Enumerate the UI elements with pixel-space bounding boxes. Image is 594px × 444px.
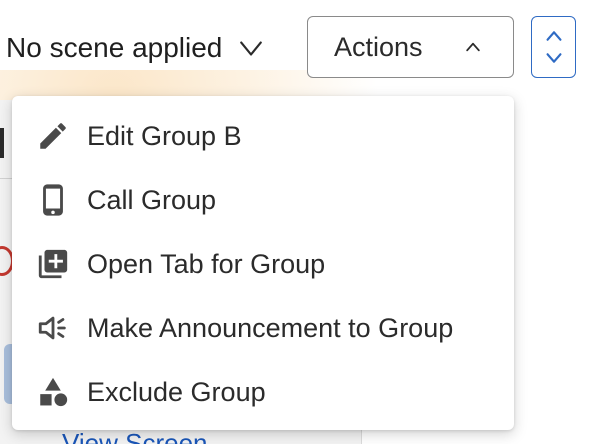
menu-item-label: Edit Group B — [87, 120, 242, 151]
menu-item-label: Open Tab for Group — [87, 248, 326, 279]
menu-item-make-announcement[interactable]: Make Announcement to Group — [12, 296, 514, 360]
menu-item-exclude-group[interactable]: Exclude Group — [12, 360, 514, 424]
scene-selector-label: No scene applied — [6, 32, 223, 63]
up-down-stepper-button[interactable] — [531, 16, 576, 78]
phone-icon — [36, 183, 70, 217]
actions-button-label: Actions — [334, 31, 423, 62]
chevron-up-icon — [545, 31, 562, 41]
pencil-icon — [36, 119, 70, 153]
menu-item-label: Call Group — [87, 184, 217, 215]
menu-item-open-tab[interactable]: Open Tab for Group — [12, 232, 514, 296]
shapes-icon — [36, 375, 70, 409]
menu-item-label: Exclude Group — [87, 376, 266, 407]
announcement-icon — [36, 311, 70, 345]
chevron-down-icon — [545, 53, 562, 63]
background-indicator — [0, 128, 4, 158]
menu-item-label: Make Announcement to Group — [87, 312, 454, 343]
view-screen-link-label: View Screen — [62, 428, 208, 444]
menu-item-call-group[interactable]: Call Group — [12, 168, 514, 232]
menu-item-edit-group[interactable]: Edit Group B — [12, 104, 514, 168]
add-tab-icon — [36, 247, 70, 281]
chevron-up-icon — [466, 42, 480, 52]
actions-menu: Edit Group B Call Group Open Tab for Gro… — [12, 96, 514, 430]
chevron-down-icon — [240, 41, 263, 56]
scene-selector[interactable]: No scene applied — [6, 22, 264, 74]
actions-button[interactable]: Actions — [307, 16, 514, 78]
view-screen-link[interactable]: View Screen — [62, 428, 208, 444]
